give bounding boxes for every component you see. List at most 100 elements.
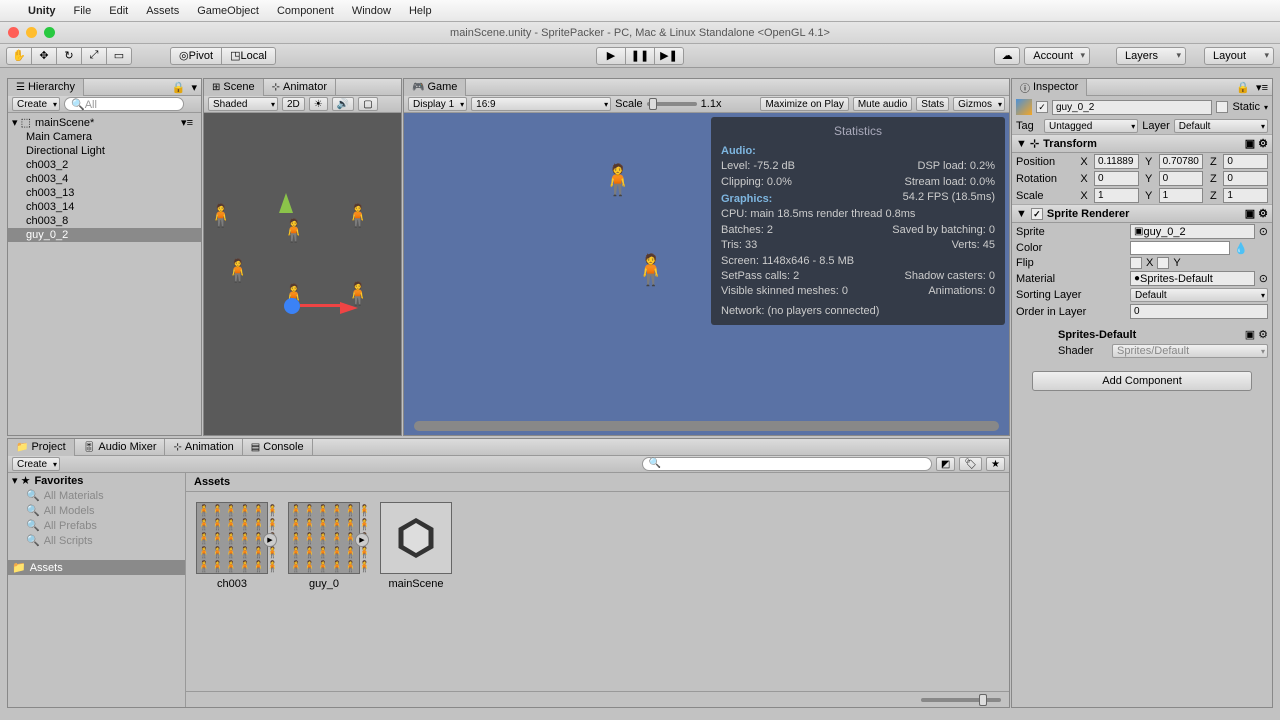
maximize-toggle[interactable]: Maximize on Play (760, 97, 848, 111)
scene-tab[interactable]: ⊞Scene (204, 79, 264, 96)
sorting-layer-dropdown[interactable]: Default (1130, 288, 1268, 302)
menu-assets[interactable]: Assets (146, 5, 179, 17)
pos-y[interactable]: 0.70780 (1159, 154, 1204, 169)
layers-dropdown[interactable]: Layers (1116, 47, 1186, 65)
hierarchy-item[interactable]: Main Camera (8, 130, 201, 144)
assets-folder[interactable]: 📁 Assets (8, 560, 185, 575)
rect-tool-icon[interactable]: ▭ (106, 47, 132, 65)
picker-icon[interactable]: ⊙ (1259, 272, 1268, 285)
mute-toggle[interactable]: Mute audio (853, 97, 912, 111)
rot-x[interactable]: 0 (1094, 171, 1139, 186)
minimize-window-button[interactable] (26, 27, 37, 38)
fx-toggle-icon[interactable]: ▢ (358, 97, 377, 111)
eyedropper-icon[interactable]: 💧 (1234, 242, 1248, 255)
material-field[interactable]: ● Sprites-Default (1130, 271, 1255, 286)
favorites-folder[interactable]: ▾ ★ Favorites (8, 473, 185, 488)
move-tool-icon[interactable]: ✥ (31, 47, 57, 65)
asset-item[interactable]: mainScene (380, 502, 452, 590)
project-tab[interactable]: 📁Project (8, 439, 75, 456)
hierarchy-item[interactable]: ch003_2 (8, 158, 201, 172)
scale-y[interactable]: 1 (1159, 188, 1204, 203)
sprite-field[interactable]: ▣ guy_0_2 (1130, 224, 1255, 239)
scene-root[interactable]: ▾ ⬚ mainScene*▾≡ (8, 115, 201, 130)
menu-edit[interactable]: Edit (109, 5, 128, 17)
cloud-button-icon[interactable]: ☁ (994, 47, 1020, 65)
lock-icon[interactable]: 🔒 (170, 81, 188, 94)
2d-toggle[interactable]: 2D (282, 97, 305, 111)
add-component-button[interactable]: Add Component (1032, 371, 1252, 391)
assets-breadcrumb[interactable]: Assets (186, 473, 1009, 492)
light-toggle-icon[interactable]: ☀ (309, 97, 328, 111)
scale-slider[interactable] (647, 102, 697, 106)
menu-gameobject[interactable]: GameObject (197, 5, 259, 17)
hierarchy-search[interactable]: 🔍All (64, 97, 184, 111)
menu-component[interactable]: Component (277, 5, 334, 17)
zoom-window-button[interactable] (44, 27, 55, 38)
game-view[interactable]: 🧍 🧍 Statistics Audio: Level: -75.2 dBDSP… (404, 113, 1009, 435)
rotate-tool-icon[interactable]: ↻ (56, 47, 82, 65)
filter-icon[interactable]: ◩ (936, 457, 955, 471)
tag-dropdown[interactable]: Untagged (1044, 119, 1138, 133)
flip-x-checkbox[interactable] (1130, 257, 1142, 269)
shading-dropdown[interactable]: Shaded (208, 97, 278, 111)
sprite-renderer-header[interactable]: ▼ Sprite Renderer▣ ⚙ (1012, 204, 1272, 223)
rot-z[interactable]: 0 (1223, 171, 1268, 186)
pause-button[interactable]: ❚❚ (625, 47, 655, 65)
static-checkbox[interactable] (1216, 101, 1228, 113)
hierarchy-item[interactable]: ch003_13 (8, 186, 201, 200)
favorite-icon[interactable]: ★ (986, 457, 1005, 471)
hierarchy-tab[interactable]: ☰Hierarchy (8, 79, 84, 96)
console-tab[interactable]: ▤Console (243, 439, 313, 456)
audio-mixer-tab[interactable]: 🎚Audio Mixer (75, 439, 166, 456)
rot-y[interactable]: 0 (1159, 171, 1204, 186)
inspector-tab[interactable]: ⓘInspector (1012, 79, 1087, 96)
scene-view[interactable]: 🧍 🧍 🧍 🧍 🧍 🧍 (204, 113, 401, 435)
hierarchy-item[interactable]: ch003_4 (8, 172, 201, 186)
step-button[interactable]: ▶❚ (654, 47, 684, 65)
scale-tool-icon[interactable]: ⤢ (81, 47, 107, 65)
thumbnail-size-slider[interactable] (921, 698, 1001, 702)
stats-toggle[interactable]: Stats (916, 97, 949, 111)
project-create-dropdown[interactable]: Create (12, 457, 60, 471)
game-scrollbar[interactable] (414, 421, 999, 431)
play-button[interactable]: ▶ (596, 47, 626, 65)
asset-item[interactable]: 🧍🧍🧍🧍🧍🧍🧍🧍🧍🧍🧍🧍🧍🧍🧍🧍🧍🧍🧍🧍🧍🧍🧍🧍🧍🧍🧍🧍🧍🧍▶ guy_0 (288, 502, 360, 590)
object-name-field[interactable]: guy_0_2 (1052, 100, 1212, 115)
favorite-item[interactable]: 🔍 All Models (8, 503, 185, 518)
favorite-item[interactable]: 🔍 All Materials (8, 488, 185, 503)
order-field[interactable]: 0 (1130, 304, 1268, 319)
hierarchy-create-dropdown[interactable]: Create (12, 97, 60, 111)
animator-tab[interactable]: ⊹Animator (264, 79, 336, 96)
layout-dropdown[interactable]: Layout (1204, 47, 1274, 65)
audio-toggle-icon[interactable]: 🔊 (332, 97, 354, 111)
expand-icon[interactable]: ▶ (355, 533, 369, 547)
menu-help[interactable]: Help (409, 5, 432, 17)
close-window-button[interactable] (8, 27, 19, 38)
local-toggle[interactable]: ◳ Local (221, 47, 276, 65)
scale-z[interactable]: 1 (1223, 188, 1268, 203)
game-tab[interactable]: 🎮Game (404, 79, 466, 96)
asset-item[interactable]: 🧍🧍🧍🧍🧍🧍🧍🧍🧍🧍🧍🧍🧍🧍🧍🧍🧍🧍🧍🧍🧍🧍🧍🧍🧍🧍🧍🧍🧍🧍▶ ch003 (196, 502, 268, 590)
filter-type-icon[interactable]: 🏷 (959, 457, 982, 471)
lock-icon[interactable]: 🔒 (1234, 81, 1252, 94)
project-search[interactable]: 🔍 (642, 457, 932, 471)
active-checkbox[interactable] (1036, 101, 1048, 113)
display-dropdown[interactable]: Display 1 (408, 97, 467, 111)
hierarchy-item[interactable]: ch003_8 (8, 214, 201, 228)
flip-y-checkbox[interactable] (1157, 257, 1169, 269)
aspect-dropdown[interactable]: 16:9 (471, 97, 611, 111)
menu-icon[interactable]: ▾≡ (1252, 81, 1272, 94)
color-field[interactable] (1130, 241, 1230, 255)
hand-tool-icon[interactable]: ✋ (6, 47, 32, 65)
dropdown-icon[interactable]: ▾ (187, 81, 201, 94)
picker-icon[interactable]: ⊙ (1259, 225, 1268, 238)
gizmos-dropdown[interactable]: Gizmos (953, 97, 1005, 111)
scale-x[interactable]: 1 (1094, 188, 1139, 203)
expand-icon[interactable]: ▶ (263, 533, 277, 547)
favorite-item[interactable]: 🔍 All Prefabs (8, 518, 185, 533)
menu-window[interactable]: Window (352, 5, 391, 17)
pos-x[interactable]: 0.11889 (1094, 154, 1139, 169)
layer-dropdown[interactable]: Default (1174, 119, 1268, 133)
favorite-item[interactable]: 🔍 All Scripts (8, 533, 185, 548)
pos-z[interactable]: 0 (1223, 154, 1268, 169)
